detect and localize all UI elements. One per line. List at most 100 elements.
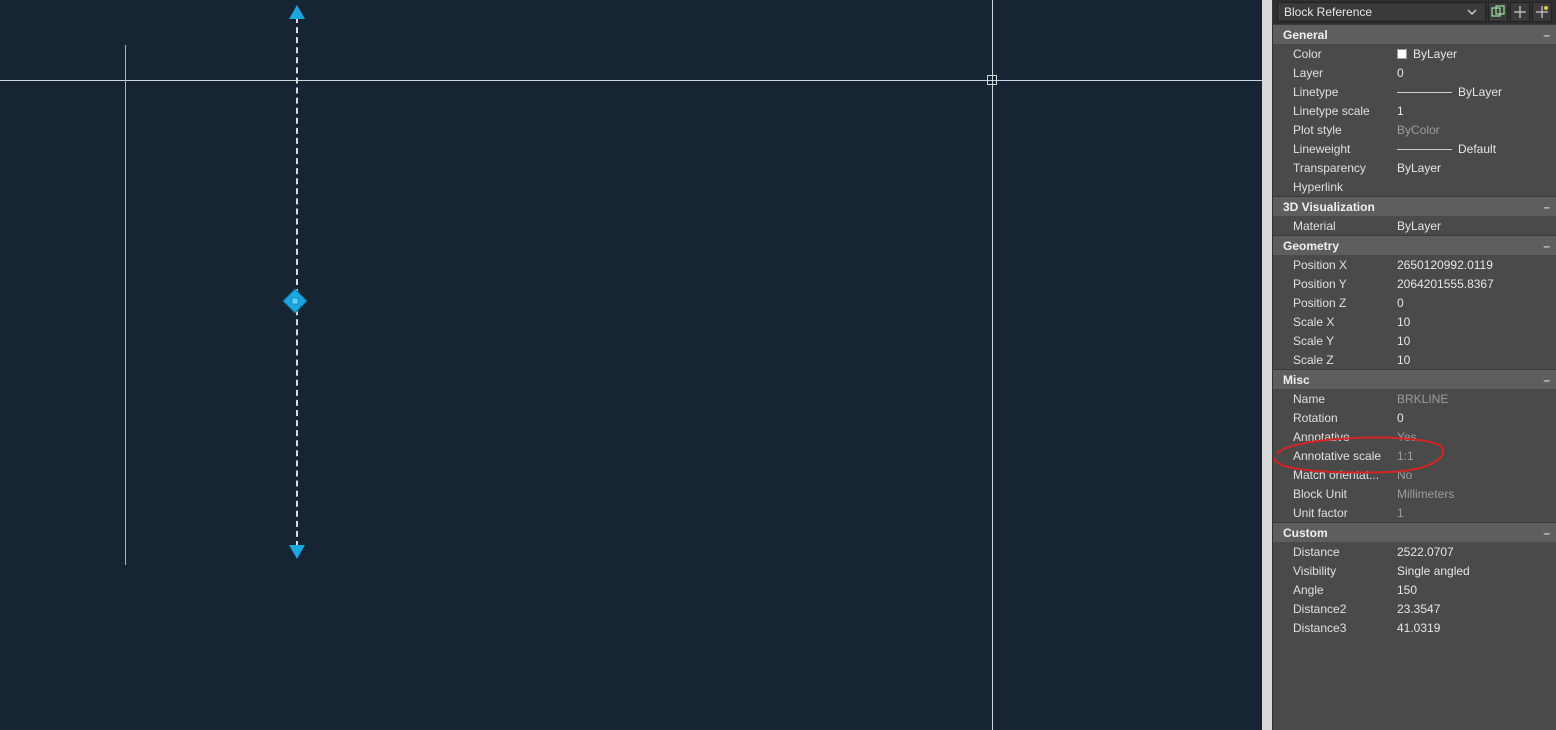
prop-value-text: 0 <box>1397 296 1404 310</box>
prop-label: Block Unit <box>1273 487 1393 501</box>
prop-misc-6[interactable]: Unit factor1 <box>1273 503 1556 522</box>
crosshair-pickbox <box>987 75 997 85</box>
prop-value[interactable]: ByLayer <box>1393 47 1556 61</box>
prop-value-text: 1 <box>1397 104 1404 118</box>
prop-label: Transparency <box>1273 161 1393 175</box>
section-title: General <box>1283 28 1328 42</box>
prop-misc-3[interactable]: Annotative scale1:1 <box>1273 446 1556 465</box>
prop-value[interactable]: BRKLINE <box>1393 392 1556 406</box>
prop-misc-0[interactable]: NameBRKLINE <box>1273 389 1556 408</box>
prop-value[interactable]: 10 <box>1393 353 1556 367</box>
prop-value[interactable]: 0 <box>1393 296 1556 310</box>
prop-value[interactable]: 1 <box>1393 104 1556 118</box>
prop-label: Position Y <box>1273 277 1393 291</box>
prop-geometry-4[interactable]: Scale Y10 <box>1273 331 1556 350</box>
object-type-selector[interactable]: Block Reference <box>1277 2 1486 22</box>
collapse-icon[interactable]: – <box>1543 239 1550 253</box>
prop-misc-5[interactable]: Block UnitMillimeters <box>1273 484 1556 503</box>
prop-value[interactable]: 1 <box>1393 506 1556 520</box>
prop-misc-1[interactable]: Rotation0 <box>1273 408 1556 427</box>
grip-basepoint-icon[interactable] <box>282 288 308 314</box>
linetype-preview-icon <box>1397 92 1452 93</box>
prop-value[interactable]: 10 <box>1393 315 1556 329</box>
prop-label: Angle <box>1273 583 1393 597</box>
select-objects-icon[interactable] <box>1510 2 1530 22</box>
prop-label: Scale Y <box>1273 334 1393 348</box>
selected-breakline[interactable] <box>296 17 298 547</box>
prop-value-text: 2064201555.8367 <box>1397 277 1494 291</box>
collapse-icon[interactable]: – <box>1543 526 1550 540</box>
prop-value-text: 10 <box>1397 353 1410 367</box>
prop-label: Color <box>1273 47 1393 61</box>
object-line[interactable] <box>125 45 126 565</box>
drawing-canvas[interactable] <box>0 0 1272 730</box>
prop-general-0[interactable]: ColorByLayer <box>1273 44 1556 63</box>
prop-custom-0[interactable]: Distance2522.0707 <box>1273 542 1556 561</box>
prop-value-text: Single angled <box>1397 564 1470 578</box>
prop-value[interactable]: 2650120992.0119 <box>1393 258 1556 272</box>
grip-arrow-down-icon[interactable] <box>289 545 305 559</box>
prop-custom-2[interactable]: Angle150 <box>1273 580 1556 599</box>
prop-geometry-5[interactable]: Scale Z10 <box>1273 350 1556 369</box>
prop-geometry-3[interactable]: Scale X10 <box>1273 312 1556 331</box>
section-header-general[interactable]: General – <box>1273 24 1556 44</box>
prop-geometry-0[interactable]: Position X2650120992.0119 <box>1273 255 1556 274</box>
prop-value[interactable]: No <box>1393 468 1556 482</box>
prop-label: Linetype <box>1273 85 1393 99</box>
section-header-custom[interactable]: Custom– <box>1273 522 1556 542</box>
prop-misc-4[interactable]: Match orientat...No <box>1273 465 1556 484</box>
prop-value-text: ByLayer <box>1397 161 1441 175</box>
prop-value[interactable]: 0 <box>1393 66 1556 80</box>
prop-label: Scale X <box>1273 315 1393 329</box>
collapse-icon[interactable]: – <box>1543 28 1550 42</box>
prop-value[interactable]: 23.3547 <box>1393 602 1556 616</box>
prop-value-text: ByColor <box>1397 123 1440 137</box>
prop-value[interactable]: 2522.0707 <box>1393 545 1556 559</box>
panel-header: Block Reference <box>1273 0 1556 24</box>
prop-value[interactable]: 0 <box>1393 411 1556 425</box>
prop-general-3[interactable]: Linetype scale1 <box>1273 101 1556 120</box>
prop-value[interactable]: ByLayer <box>1393 219 1556 233</box>
panel-resize-handle[interactable] <box>1262 0 1272 730</box>
section-header-viz[interactable]: 3D Visualization– <box>1273 196 1556 216</box>
prop-viz-0[interactable]: MaterialByLayer <box>1273 216 1556 235</box>
prop-value[interactable]: Default <box>1393 142 1556 156</box>
prop-misc-2[interactable]: AnnotativeYes <box>1273 427 1556 446</box>
collapse-icon[interactable]: – <box>1543 200 1550 214</box>
section-header-misc[interactable]: Misc– <box>1273 369 1556 389</box>
quick-select-icon[interactable] <box>1532 2 1552 22</box>
toggle-pickadd-icon[interactable] <box>1488 2 1508 22</box>
prop-general-7[interactable]: Hyperlink <box>1273 177 1556 196</box>
prop-general-5[interactable]: LineweightDefault <box>1273 139 1556 158</box>
prop-geometry-1[interactable]: Position Y 2064201555.8367 <box>1273 274 1556 293</box>
prop-custom-4[interactable]: Distance341.0319 <box>1273 618 1556 637</box>
prop-value[interactable]: 1:1 <box>1393 449 1556 463</box>
prop-value-text: 2650120992.0119 <box>1397 258 1493 272</box>
prop-value[interactable]: ByColor <box>1393 123 1556 137</box>
prop-general-4[interactable]: Plot styleByColor <box>1273 120 1556 139</box>
prop-custom-3[interactable]: Distance223.3547 <box>1273 599 1556 618</box>
prop-general-6[interactable]: Transparency ByLayer <box>1273 158 1556 177</box>
prop-value[interactable]: ByLayer <box>1393 161 1556 175</box>
section-header-geometry[interactable]: Geometry– <box>1273 235 1556 255</box>
prop-value[interactable]: 150 <box>1393 583 1556 597</box>
prop-label: Material <box>1273 219 1393 233</box>
color-swatch-icon <box>1397 49 1407 59</box>
prop-custom-1[interactable]: VisibilitySingle angled <box>1273 561 1556 580</box>
prop-general-2[interactable]: LinetypeByLayer <box>1273 82 1556 101</box>
prop-value[interactable]: ByLayer <box>1393 85 1556 99</box>
prop-value[interactable]: Single angled <box>1393 564 1556 578</box>
prop-value[interactable]: Yes <box>1393 430 1556 444</box>
prop-value[interactable]: 41.0319 <box>1393 621 1556 635</box>
grip-arrow-up-icon[interactable] <box>289 5 305 19</box>
prop-geometry-2[interactable]: Position Z 0 <box>1273 293 1556 312</box>
prop-value[interactable]: 2064201555.8367 <box>1393 277 1556 291</box>
prop-value[interactable]: 10 <box>1393 334 1556 348</box>
prop-general-1[interactable]: Layer0 <box>1273 63 1556 82</box>
collapse-icon[interactable]: – <box>1543 373 1550 387</box>
prop-label: Position Z <box>1273 296 1393 310</box>
prop-value[interactable]: Millimeters <box>1393 487 1556 501</box>
prop-label: Distance <box>1273 545 1393 559</box>
prop-value-text: 1 <box>1397 506 1404 520</box>
prop-value-text: 0 <box>1397 66 1404 80</box>
